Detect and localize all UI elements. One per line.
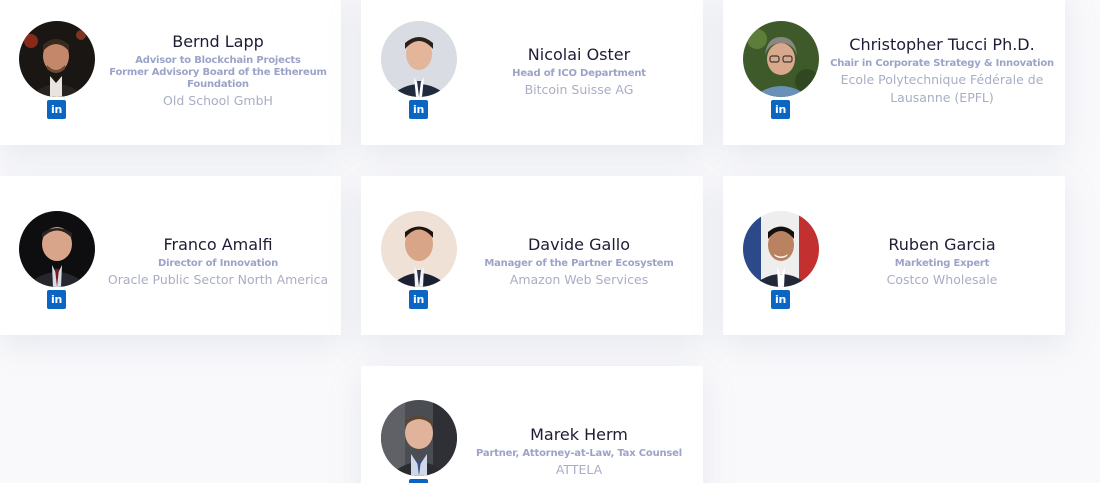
avatar bbox=[19, 211, 95, 287]
advisor-info: Christopher Tucci Ph.D. Chair in Corpora… bbox=[823, 35, 1061, 106]
linkedin-icon[interactable]: in bbox=[47, 100, 66, 119]
advisor-company: Oracle Public Sector North America bbox=[107, 272, 329, 287]
advisor-role: Manager of the Partner Ecosystem bbox=[484, 258, 674, 269]
advisor-card: in Christopher Tucci Ph.D. Chair in Corp… bbox=[723, 0, 1065, 145]
advisor-card: in Ruben Garcia Marketing Expert Costco … bbox=[723, 176, 1065, 335]
linkedin-icon[interactable]: in bbox=[409, 100, 428, 119]
advisor-role: Director of Innovation bbox=[157, 258, 279, 269]
advisor-role: Partner, Attorney-at-Law, Tax Counsel bbox=[476, 448, 682, 459]
advisor-info: Franco Amalfi Director of Innovation Ora… bbox=[100, 235, 336, 288]
avatar bbox=[743, 211, 819, 287]
advisor-name: Ruben Garcia bbox=[888, 235, 996, 254]
advisor-card: in Nicolai Oster Head of ICO Department … bbox=[361, 0, 703, 145]
portrait-photo bbox=[743, 21, 819, 97]
advisor-company: Bitcoin Suisse AG bbox=[524, 82, 634, 97]
advisor-info: Ruben Garcia Marketing Expert Costco Who… bbox=[823, 235, 1061, 288]
portrait-photo bbox=[19, 211, 95, 287]
linkedin-icon[interactable]: in bbox=[771, 100, 790, 119]
avatar bbox=[19, 21, 95, 97]
avatar bbox=[381, 400, 457, 476]
avatar bbox=[381, 21, 457, 97]
advisor-card: in Marek Herm Partner, Attorney-at-Law, … bbox=[361, 366, 703, 483]
portrait-photo bbox=[381, 21, 457, 97]
linkedin-icon[interactable]: in bbox=[47, 290, 66, 309]
linkedin-icon[interactable]: in bbox=[771, 290, 790, 309]
advisor-company: ATTELA bbox=[555, 462, 603, 477]
advisor-role: Marketing Expert bbox=[894, 258, 990, 269]
advisor-info: Marek Herm Partner, Attorney-at-Law, Tax… bbox=[459, 425, 699, 478]
advisor-name: Bernd Lapp bbox=[172, 32, 264, 51]
advisor-role: Head of ICO Department bbox=[512, 68, 646, 79]
advisor-card: in Davide Gallo Manager of the Partner E… bbox=[361, 176, 703, 335]
portrait-photo bbox=[381, 400, 457, 476]
portrait-photo bbox=[381, 211, 457, 287]
advisor-role: Chair in Corporate Strategy & Innovation bbox=[830, 58, 1054, 69]
advisor-company: Lausanne (EPFL) bbox=[890, 90, 994, 105]
advisors-grid: in Bernd Lapp Advisor to Blockchain Proj… bbox=[0, 0, 1100, 483]
advisor-name: Marek Herm bbox=[530, 425, 628, 444]
advisor-name: Nicolai Oster bbox=[527, 45, 631, 64]
advisor-company: Ecole Polytechnique Fédérale de bbox=[840, 72, 1044, 87]
linkedin-icon[interactable]: in bbox=[409, 479, 428, 483]
advisor-role: Foundation bbox=[187, 79, 249, 90]
linkedin-icon[interactable]: in bbox=[409, 290, 428, 309]
portrait-photo bbox=[743, 211, 819, 287]
advisor-info: Davide Gallo Manager of the Partner Ecos… bbox=[459, 235, 699, 288]
advisor-info: Nicolai Oster Head of ICO Department Bit… bbox=[459, 45, 699, 98]
advisor-role: Advisor to Blockchain Projects bbox=[135, 55, 301, 66]
advisor-info: Bernd Lapp Advisor to Blockchain Project… bbox=[100, 32, 336, 109]
advisor-name: Davide Gallo bbox=[527, 235, 630, 254]
avatar bbox=[743, 21, 819, 97]
advisor-company: Old School GmbH bbox=[163, 93, 273, 108]
advisor-card: in Franco Amalfi Director of Innovation … bbox=[0, 176, 341, 335]
advisor-company: Costco Wholesale bbox=[886, 272, 998, 287]
avatar bbox=[381, 211, 457, 287]
advisor-name: Franco Amalfi bbox=[163, 235, 273, 254]
portrait-photo bbox=[19, 21, 95, 97]
advisor-role: Former Advisory Board of the Ethereum bbox=[109, 67, 327, 78]
advisor-company: Amazon Web Services bbox=[509, 272, 649, 287]
advisor-card: in Bernd Lapp Advisor to Blockchain Proj… bbox=[0, 0, 341, 145]
advisor-name: Christopher Tucci Ph.D. bbox=[849, 35, 1035, 54]
